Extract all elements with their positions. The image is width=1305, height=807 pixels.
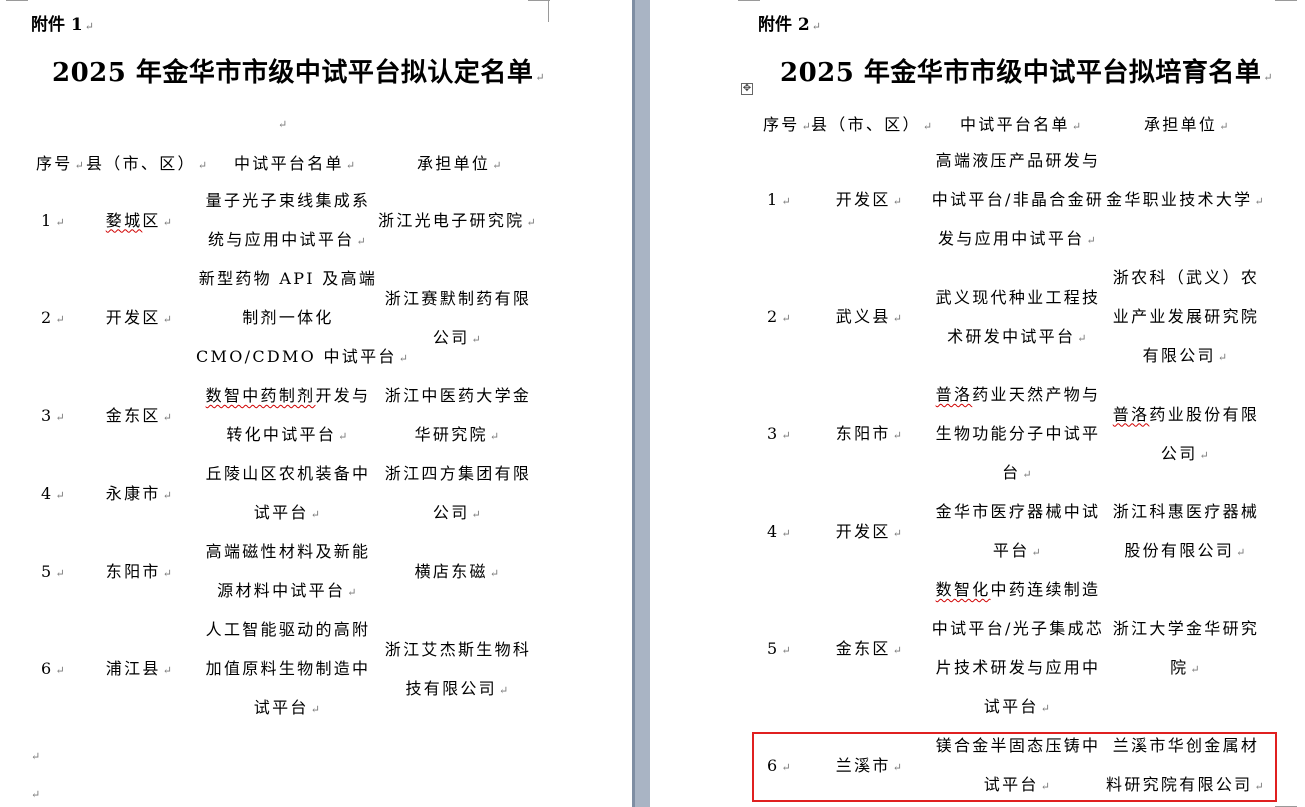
paragraph-mark: ↵	[31, 788, 41, 801]
row-unit: 浙江科惠医疗器械 股份有限公司 ↵	[1112, 502, 1260, 560]
row-county: 金东区 ↵	[835, 638, 905, 658]
header-platform: 中试平台名单 ↵	[234, 154, 358, 173]
row-number: 5 ↵	[40, 561, 67, 581]
row-unit: 浙江艾杰斯生物科 技有限公司 ↵	[384, 639, 532, 698]
corner-mark	[528, 0, 550, 1]
row-unit: 金华职业技术大学 ↵	[1106, 190, 1266, 209]
row-unit: 浙江光电子研究院 ↵	[378, 210, 538, 230]
row-platform: 数智化中药连续制造 中试平台/光子集成芯 片技术研发与应用中 试平台 ↵	[931, 580, 1105, 716]
row-number: 5 ↵	[766, 638, 793, 658]
row-unit: 浙江大学金华研究院 ↵	[1112, 619, 1260, 677]
row-unit: 浙江赛默制药有限 公司 ↵	[384, 288, 532, 347]
row-platform: 量子光子束线集成系 统与应用中试平台 ↵	[205, 191, 371, 249]
row-county: 开发区 ↵	[105, 308, 175, 327]
row-number: 6 ↵	[40, 659, 67, 678]
row-number: 2 ↵	[766, 307, 793, 326]
row-county: 武义县 ↵	[835, 307, 905, 326]
row-number: 1 ↵	[40, 210, 67, 230]
corner-mark	[548, 0, 549, 22]
header-no: 序号 ↵	[763, 115, 814, 134]
row-unit: 浙农科（武义）农 业产业发展研究院 有限公司 ↵	[1112, 268, 1260, 365]
corner-mark	[1275, 0, 1297, 1]
row-platform: 丘陵山区农机装备中 试平台 ↵	[205, 464, 371, 522]
attachment-label: 附件 1 ↵	[31, 15, 94, 35]
row-unit: 普洛药业股份有限 公司 ↵	[1112, 404, 1260, 463]
page-title: 2025 年金华市市级中试平台拟认定名单 ↵	[52, 58, 546, 88]
paragraph-mark: ↵	[31, 750, 41, 763]
row-number: 4 ↵	[40, 483, 67, 503]
table-move-handle-icon[interactable]: ✥	[741, 83, 753, 95]
row-number: 2 ↵	[40, 308, 67, 327]
row-county: 开发区 ↵	[835, 190, 905, 209]
row-number: 4 ↵	[766, 521, 793, 541]
row-unit: 横店东磁 ↵	[414, 561, 502, 581]
header-no: 序号 ↵	[36, 154, 87, 173]
header-county: 县（市、区） ↵	[86, 154, 210, 173]
row-county: 金东区 ↵	[105, 405, 175, 425]
row-county: 东阳市 ↵	[835, 424, 905, 443]
attachment-label: 附件 2 ↵	[758, 15, 821, 35]
paragraph-mark: ↵	[278, 118, 288, 131]
header-county: 县（市、区） ↵	[811, 115, 935, 134]
row-unit: 浙江中医药大学金 华研究院 ↵	[384, 386, 532, 444]
header-platform: 中试平台名单 ↵	[960, 115, 1084, 134]
row-platform: 人工智能驱动的高附 加值原料生物制造中 试平台 ↵	[205, 620, 371, 717]
page-title: 2025 年金华市市级中试平台拟培育名单 ↵	[780, 58, 1274, 88]
header-unit: 承担单位 ↵	[417, 154, 504, 173]
row-platform: 高端磁性材料及新能 源材料中试平台 ↵	[205, 542, 371, 600]
row-county: 婺城区 ↵	[105, 210, 175, 230]
row-platform: 金华市医疗器械中试 平台 ↵	[935, 502, 1101, 560]
row-county: 东阳市 ↵	[105, 561, 175, 581]
row-platform: 数智中药制剂开发与 转化中试平台 ↵	[205, 386, 371, 444]
row-platform: 普洛药业天然产物与 生物功能分子中试平台 ↵	[935, 385, 1101, 482]
row-county: 开发区 ↵	[835, 521, 905, 541]
row-county: 浦江县 ↵	[105, 659, 175, 678]
row-county: 永康市 ↵	[105, 483, 175, 503]
header-unit: 承担单位 ↵	[1144, 115, 1231, 134]
right-document-page: 附件 2 ↵ 2025 年金华市市级中试平台拟培育名单 ↵ 序号 ↵ 县（市、区） ↵ …	[650, 0, 1305, 807]
row-platform: 武义现代种业工程技 术研发中试平台 ↵	[935, 287, 1101, 346]
left-document-page: 附件 1 ↵ 2025 年金华市市级中试平台拟认定名单 ↵ ↵ 序号 ↵ 县（市、区）…	[0, 0, 632, 807]
row-number: 3 ↵	[40, 405, 67, 425]
row-platform: 新型药物 API 及高端 制剂一体化 CMO/CDMO 中试平台 ↵	[196, 269, 411, 366]
row-unit: 浙江四方集团有限 公司 ↵	[384, 464, 532, 522]
row-number: 1 ↵	[766, 190, 793, 209]
corner-mark	[6, 0, 28, 1]
corner-mark	[738, 0, 760, 1]
row-number: 3 ↵	[766, 424, 793, 443]
row-highlight-box	[752, 732, 1277, 802]
row-platform: 高端液压产品研发与 中试平台/非晶合金研 发与应用中试平台 ↵	[931, 151, 1105, 248]
page-gutter	[632, 0, 650, 807]
